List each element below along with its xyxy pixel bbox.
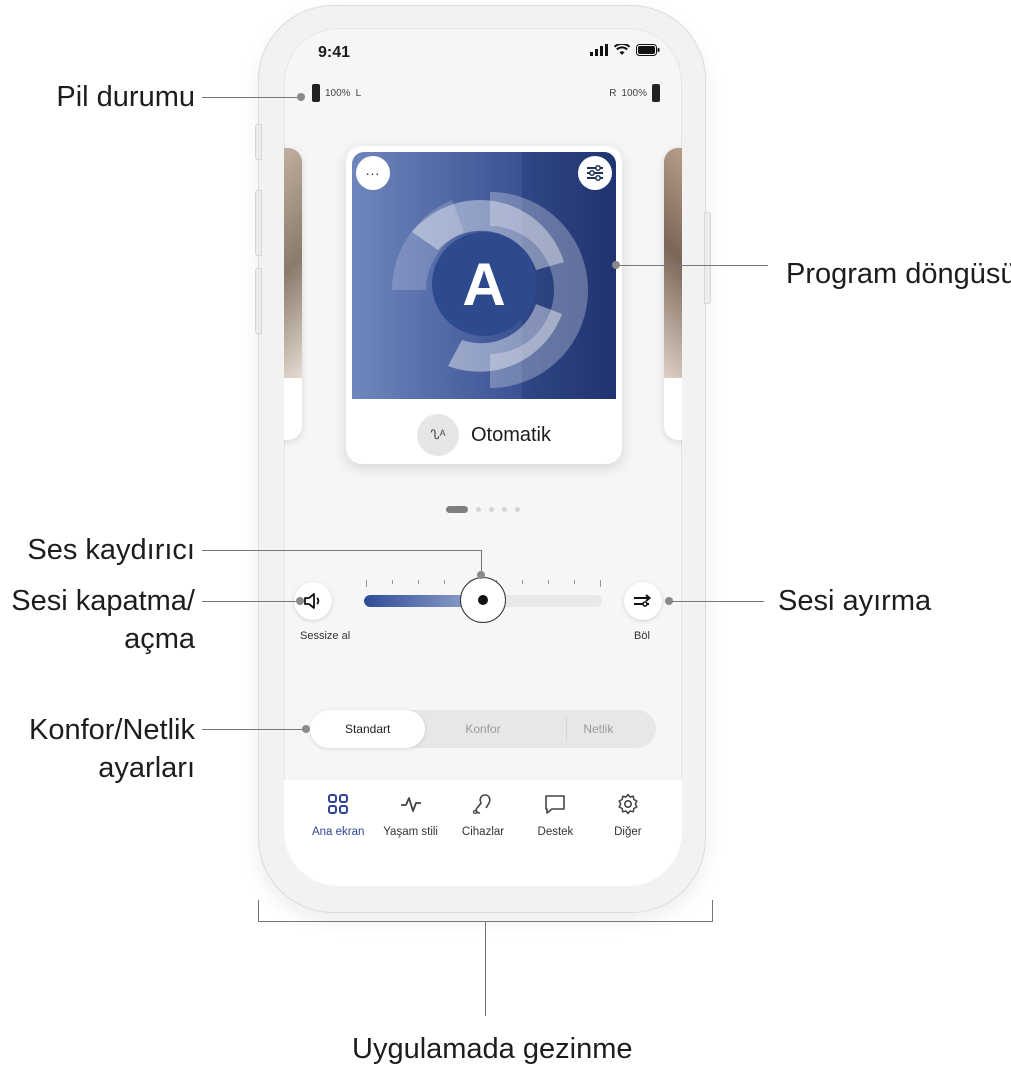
battery-left-icon [312, 84, 320, 102]
nav-bracket-stem [485, 921, 486, 1016]
wifi-icon [614, 44, 630, 55]
status-icons [590, 44, 660, 56]
tab-bar: Ana ekran Yaşam stili Cihazlar Destek Di… [284, 780, 682, 886]
side-button-left-3 [255, 268, 262, 334]
callout-split-line [670, 601, 764, 602]
battery-right-icon [652, 84, 660, 102]
callout-mute-line [202, 601, 298, 602]
callout-battery-line [202, 97, 300, 98]
program-card[interactable]: A ... ᔐᴬ Otomatik [346, 146, 622, 464]
pager-dot[interactable] [446, 506, 468, 513]
tab-label: Yaşam stili [383, 826, 438, 838]
sound-mode-konfor[interactable]: Konfor [425, 710, 540, 748]
split-arrows-icon [634, 594, 652, 607]
tab-yasam-stili[interactable]: Yaşam stili [374, 780, 446, 886]
gear-icon [618, 793, 638, 815]
callout-mute-line2: açma [124, 623, 195, 655]
sliders-icon [587, 165, 603, 181]
callout-battery-status: Pil durumu [56, 81, 195, 113]
sound-mode-netlik[interactable]: Netlik [541, 710, 656, 748]
callout-mute-line1: Sesi kapatma/ [11, 585, 195, 617]
battery-left-percent: 100% [325, 87, 351, 99]
callout-program-cycle: Program döngüsü [786, 258, 1011, 290]
chat-icon [545, 795, 566, 814]
callout-program-dot [612, 261, 620, 269]
speaker-icon [304, 593, 320, 609]
battery-right-percent: 100% [621, 87, 647, 99]
callout-volume-slider: Ses kaydırıcı [27, 534, 195, 566]
tab-diger[interactable]: Diğer [592, 780, 664, 886]
program-card-art: A ... [352, 152, 616, 399]
program-settings-button[interactable] [578, 156, 612, 190]
tab-label: Destek [537, 826, 574, 838]
program-label-row: ᔐᴬ Otomatik [346, 414, 622, 456]
tab-label: Ana ekran [311, 826, 365, 838]
tab-cihazlar[interactable]: Cihazlar [447, 780, 519, 886]
status-time: 9:41 [318, 44, 351, 61]
side-button-left-2 [255, 190, 262, 256]
program-card-next-photo [664, 148, 682, 378]
volume-knob-dot [478, 595, 488, 605]
ellipsis-icon: ... [365, 162, 381, 178]
side-button-right [704, 212, 711, 304]
callout-split-dot [665, 597, 673, 605]
callout-comfort-dot [302, 725, 310, 733]
nav-bracket-left [258, 900, 259, 922]
callout-comfort-line1: Konfor/Netlik [28, 714, 195, 746]
battery-left: 100% L [312, 84, 361, 102]
side-button-left-1 [255, 124, 262, 160]
tab-destek[interactable]: Destek [519, 780, 591, 886]
program-more-button[interactable]: ... [356, 156, 390, 190]
tab-ana-ekran[interactable]: Ana ekran [302, 780, 374, 886]
ear-auto-icon: ᔐᴬ [416, 414, 459, 456]
program-card-prev[interactable] [284, 148, 302, 440]
callout-slider-line-h [202, 550, 482, 551]
program-pager[interactable] [284, 506, 682, 513]
battery-right: R 100% [609, 84, 660, 102]
pager-dot[interactable] [515, 507, 520, 512]
program-letter: A [462, 250, 506, 318]
program-card-prev-photo [284, 148, 302, 378]
app-screen: 9:41 100% L R 100% A ... ᔐᴬ Otomatik Ses… [284, 28, 682, 886]
callout-app-navigation: Uygulamada gezinme [352, 1033, 633, 1065]
signal-icon [590, 44, 608, 56]
pulse-icon [400, 797, 421, 812]
callout-program-line [616, 265, 768, 266]
program-card-next[interactable] [664, 148, 682, 440]
battery-left-side: L [355, 87, 362, 99]
volume-knob[interactable] [460, 577, 506, 623]
sound-mode-divider [566, 716, 567, 742]
sound-mode-standart[interactable]: Standart [310, 710, 426, 748]
tab-label: Diğer [614, 826, 642, 838]
battery-right-side: R [609, 87, 617, 99]
sound-mode-selector[interactable]: Standart Konfor Netlik [310, 710, 656, 748]
grid-icon [328, 794, 349, 814]
tab-label: Cihazlar [461, 826, 505, 838]
callout-battery-dot [297, 93, 305, 101]
pager-dot[interactable] [502, 507, 507, 512]
nav-bracket-right [712, 900, 713, 922]
pager-dot[interactable] [489, 507, 494, 512]
callout-comfort-line [202, 729, 306, 730]
callout-slider-dot [477, 571, 485, 579]
callout-comfort-line2: ayarları [98, 752, 195, 784]
callout-mute-dot [296, 597, 304, 605]
program-name: Otomatik [470, 423, 552, 446]
callout-split-sound: Sesi ayırma [778, 585, 932, 617]
pager-dot[interactable] [476, 507, 481, 512]
split-button[interactable] [624, 582, 662, 620]
mute-label: Sessize al [300, 630, 351, 642]
phone-battery-icon [636, 44, 660, 56]
hearing-aid-icon [472, 794, 491, 815]
split-label: Böl [634, 630, 650, 642]
